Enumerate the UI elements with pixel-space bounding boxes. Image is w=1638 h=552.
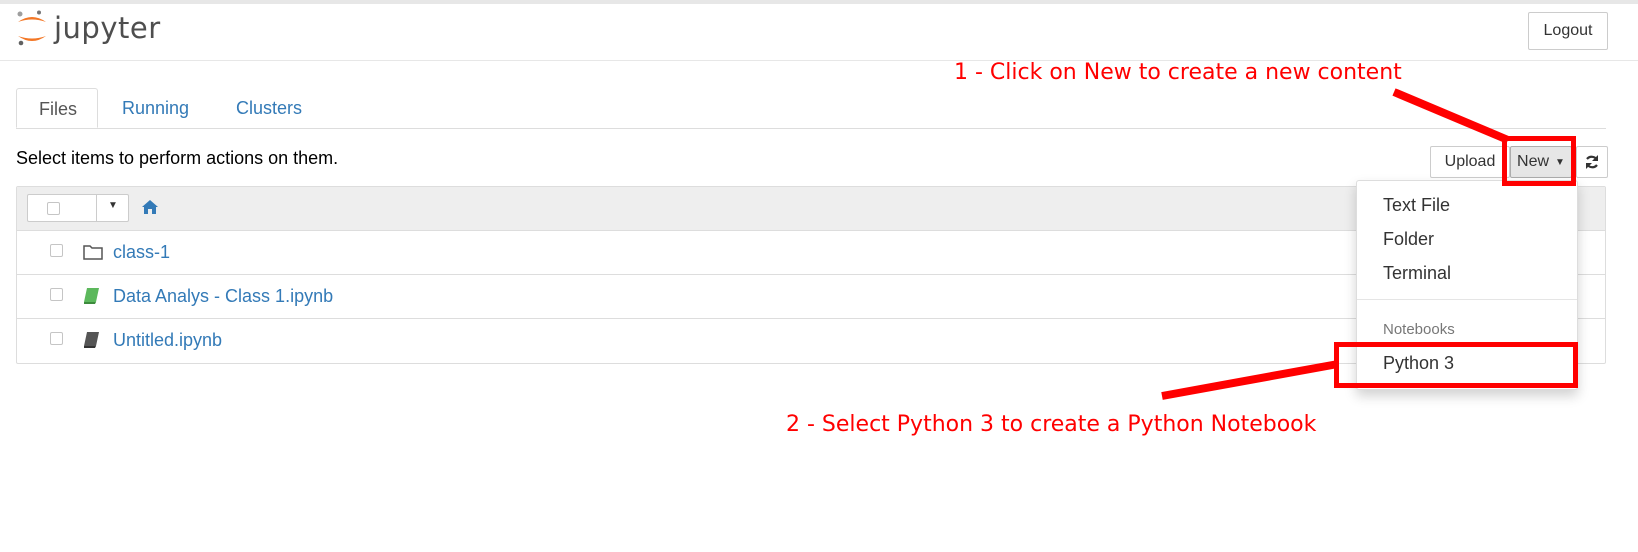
arrow-to-new-button [1392,88,1510,144]
highlight-new-button [1502,136,1576,186]
arrow-to-python3 [1161,360,1339,400]
highlight-python3 [1334,342,1578,388]
annotation-arrows [1161,88,1510,400]
